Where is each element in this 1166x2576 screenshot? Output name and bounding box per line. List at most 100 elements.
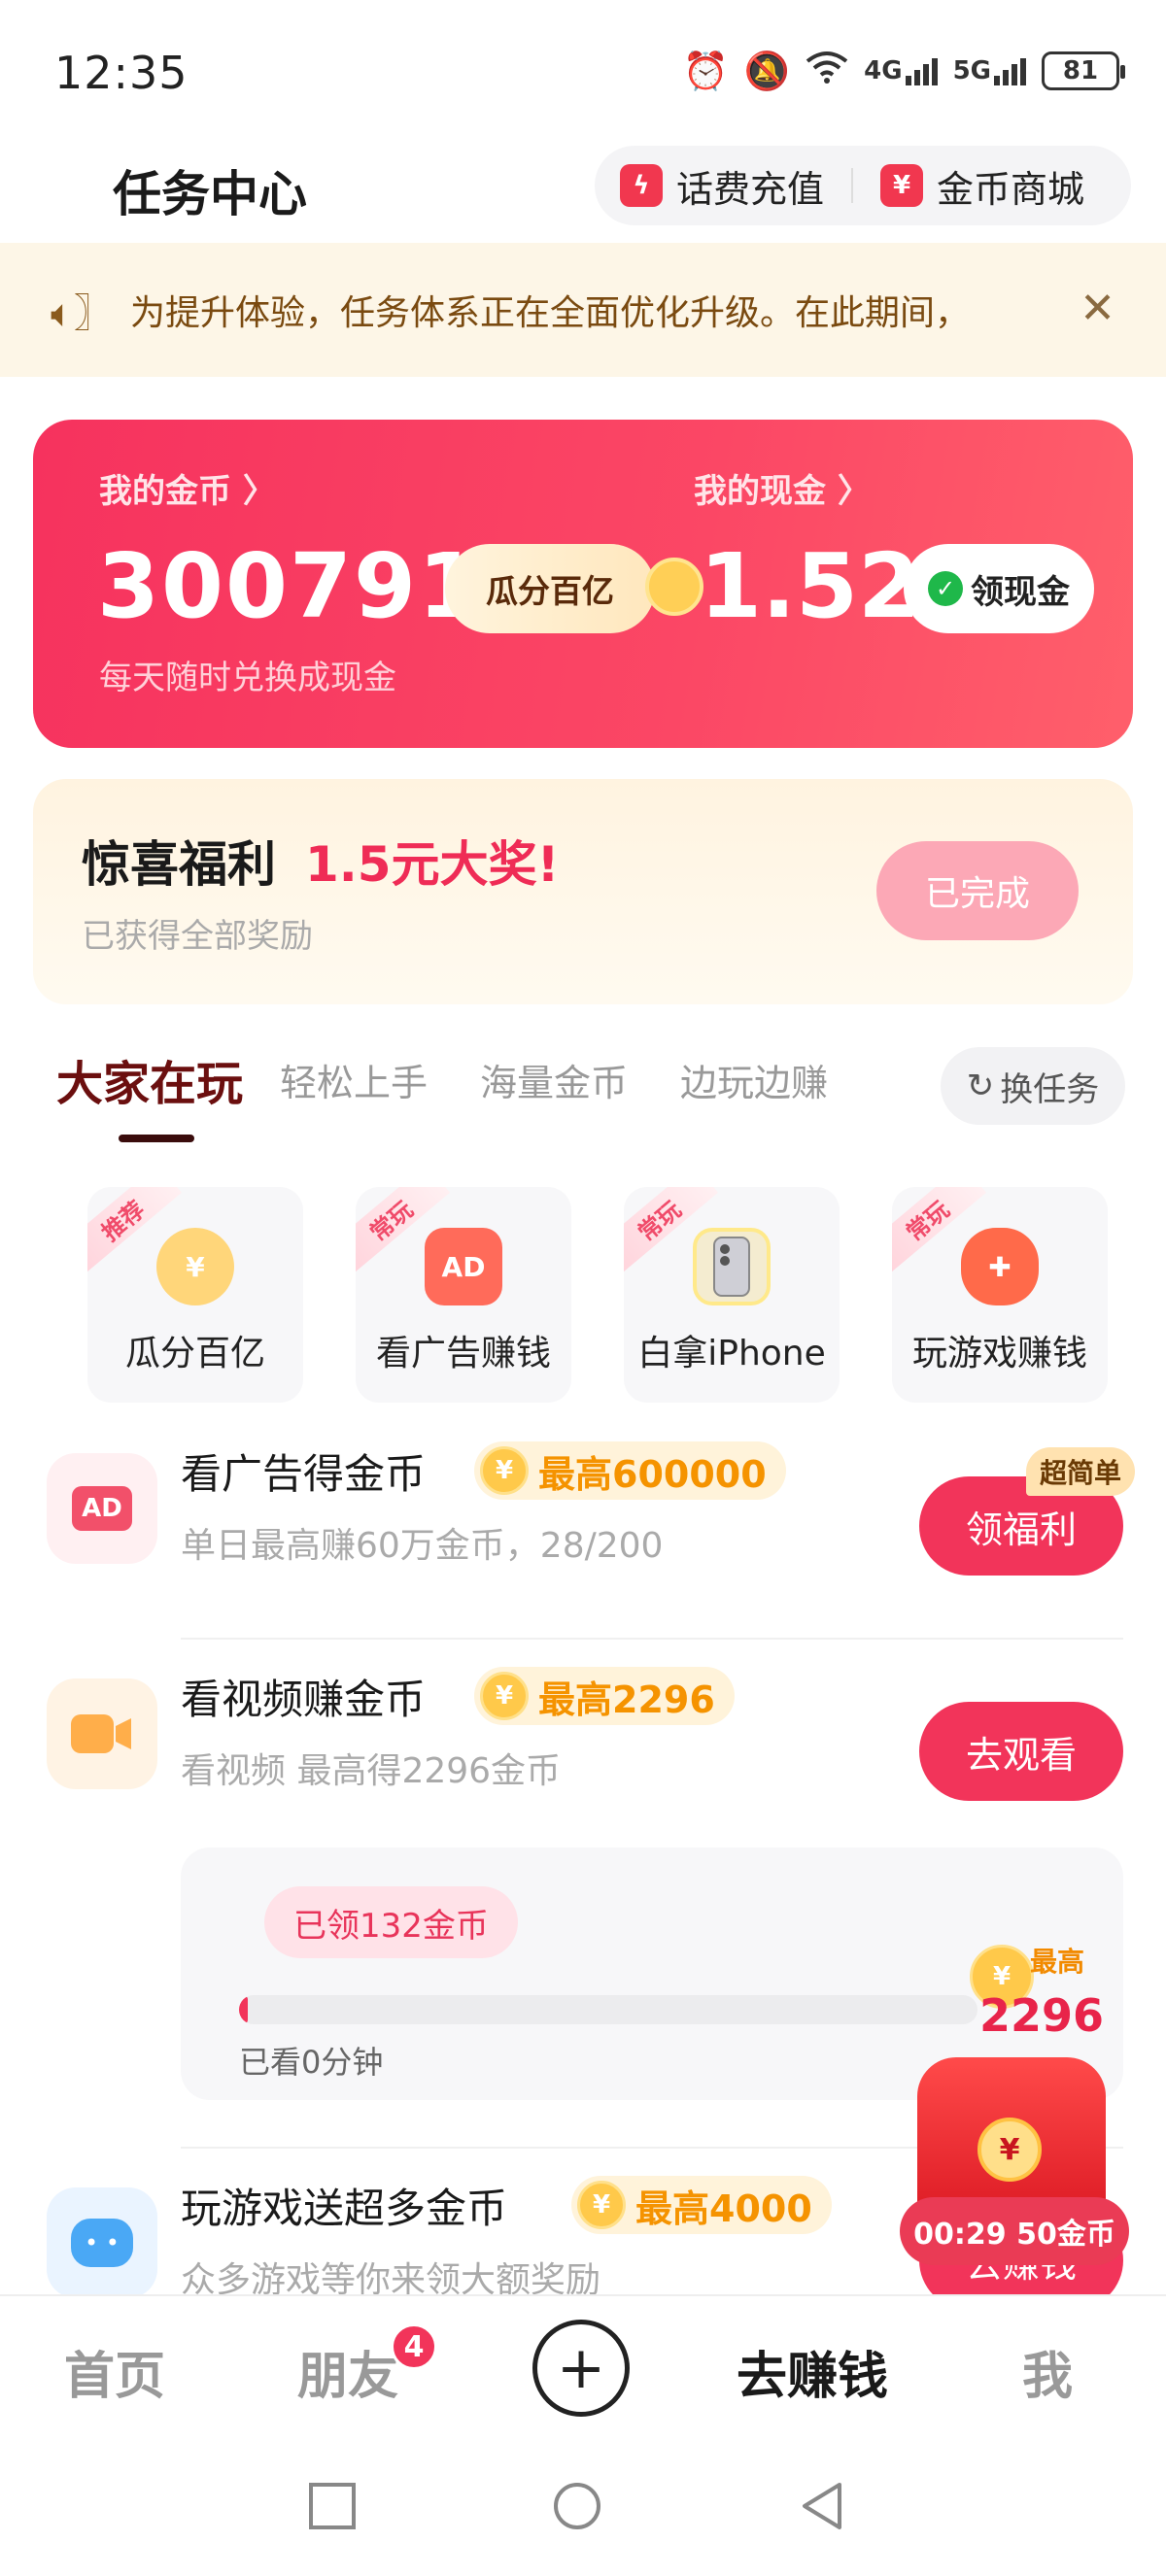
recharge-label: 话费充值 <box>676 167 825 211</box>
task-title: 看广告得金币 <box>181 1450 427 1498</box>
mute-icon: 🔕 <box>743 49 791 92</box>
close-icon[interactable]: ✕ <box>1080 284 1115 333</box>
ad-icon: AD <box>47 1453 157 1564</box>
coin-mall-label: 金币商城 <box>937 167 1085 211</box>
quick-tiles: 推荐 ¥ 瓜分百亿 常玩 AD 看广告赚钱 常玩 白拿iPhone 常玩 ✚ 玩… <box>0 1187 1166 1403</box>
recent-apps-icon[interactable] <box>307 2481 358 2531</box>
status-bar: 12:35 ⏰ 🔕 4G 5G 81 <box>0 0 1166 146</box>
surprise-subtitle: 已获得全部奖励 <box>82 917 313 956</box>
task-badge: ¥ 最高4000 <box>571 2176 832 2234</box>
coin-icon: ¥ <box>977 2118 1042 2182</box>
header-actions: ϟ 话费充值 ¥ 金币商城 <box>595 146 1131 225</box>
task-watch-video: 看视频赚金币 ¥ 最高2296 看视频 最高得2296金币 去观看 <box>0 1667 1166 1803</box>
task-subtitle: 看视频 最高得2296金币 <box>181 1751 562 1791</box>
lightning-icon: ϟ <box>620 164 663 207</box>
easy-tag: 超简单 <box>1026 1447 1136 1496</box>
tab-underline <box>119 1135 194 1142</box>
notice-text: 为提升体验，任务体系正在全面优化升级。在此期间， <box>130 293 971 333</box>
claimed-bubble: 已领132金币 <box>264 1886 518 1958</box>
bottom-nav: 首页 朋友 4 + 去赚钱 我 <box>0 2294 1166 2430</box>
tab-coins[interactable]: 海量金币 <box>480 1053 628 1106</box>
nav-friends[interactable]: 朋友 <box>297 2335 398 2408</box>
coin-icon: ¥ <box>577 2181 626 2229</box>
wifi-icon <box>806 50 848 93</box>
tab-easy[interactable]: 轻松上手 <box>280 1053 428 1106</box>
back-icon[interactable] <box>797 2481 847 2531</box>
coin-icon: ¥ <box>480 1446 529 1495</box>
my-coins-link[interactable]: 我的金币 〉 <box>99 464 276 512</box>
game-robot-icon: • • <box>47 2187 157 2294</box>
withdraw-label: 领现金 <box>971 572 1070 612</box>
surprise-prize: 1.5元大奖! <box>305 836 560 893</box>
signal-4g-icon: 4G <box>864 56 938 85</box>
hand-coin-icon: ¥ <box>156 1228 234 1305</box>
plus-button[interactable]: + <box>532 2320 630 2417</box>
tile-label: 玩游戏赚钱 <box>911 1334 1087 1373</box>
my-cash-link[interactable]: 我的现金 〉 <box>694 464 871 512</box>
gold-coin-icon <box>645 558 703 616</box>
status-time: 12:35 <box>54 47 189 99</box>
task-badge-text: 最高2296 <box>538 1678 715 1721</box>
task-title: 玩游戏送超多金币 <box>181 2185 508 2232</box>
system-nav <box>0 2430 1166 2576</box>
watched-label: 已看0分钟 <box>239 2044 384 2081</box>
max-value: 2296 <box>978 1989 1104 2042</box>
pill-divider <box>851 168 854 203</box>
friends-badge: 4 <box>391 2323 437 2370</box>
alarm-icon: ⏰ <box>682 49 729 92</box>
surprise-title: 惊喜福利 <box>82 836 276 893</box>
max-label: 最高 <box>1029 1946 1084 1978</box>
battery-icon: 81 <box>1042 51 1125 90</box>
tv-ad-icon: AD <box>425 1228 502 1305</box>
recharge-button[interactable]: ϟ 话费充值 <box>620 159 824 213</box>
withdraw-cash-button[interactable]: ✓ 领现金 <box>904 544 1094 633</box>
gamepad-icon: ✚ <box>961 1228 1039 1305</box>
signal-5g-icon: 5G <box>953 56 1026 85</box>
task-tabs: 大家在玩 轻松上手 海量金币 边玩边赚 ↻ 换任务 <box>0 1035 1166 1152</box>
tile-guafen[interactable]: 推荐 ¥ 瓜分百亿 <box>87 1187 303 1403</box>
surprise-card: 惊喜福利 1.5元大奖! 已获得全部奖励 已完成 <box>33 779 1133 1004</box>
refresh-icon: ↻ <box>966 1067 995 1105</box>
coins-value: 300791 <box>97 534 483 638</box>
guafen-button[interactable]: 瓜分百亿 <box>445 544 655 633</box>
task-title: 看视频赚金币 <box>181 1676 427 1723</box>
wallet-card: 我的金币 〉 我的现金 〉 300791 瓜分百亿 1.52 ✓ 领现金 每天随… <box>33 420 1133 748</box>
tile-watch-ads[interactable]: 常玩 AD 看广告赚钱 <box>356 1187 571 1403</box>
tab-popular[interactable]: 大家在玩 <box>56 1045 243 1113</box>
swap-label: 换任务 <box>1000 1069 1100 1109</box>
tile-label: 白拿iPhone <box>637 1334 826 1373</box>
progress-fill <box>239 1995 249 2024</box>
home-icon[interactable] <box>552 2481 602 2531</box>
tile-free-iphone[interactable]: 常玩 白拿iPhone <box>624 1187 840 1403</box>
progress-track <box>239 1995 977 2024</box>
divider <box>181 1638 1123 1640</box>
tile-label: 瓜分百亿 <box>124 1334 265 1373</box>
nav-me[interactable]: 我 <box>1022 2335 1073 2408</box>
nav-earn[interactable]: 去赚钱 <box>737 2335 888 2408</box>
wallet-subtitle: 每天随时兑换成现金 <box>99 659 396 697</box>
go-watch-button[interactable]: 去观看 <box>919 1702 1123 1801</box>
nav-home[interactable]: 首页 <box>64 2335 165 2408</box>
tile-play-games[interactable]: 常玩 ✚ 玩游戏赚钱 <box>892 1187 1108 1403</box>
check-icon: ✓ <box>928 571 963 606</box>
task-badge-text: 最高4000 <box>635 2186 812 2230</box>
tile-label: 看广告赚钱 <box>375 1334 551 1373</box>
swap-tasks-button[interactable]: ↻ 换任务 <box>941 1047 1125 1125</box>
page-title: 任务中心 <box>113 166 307 222</box>
task-badge: ¥ 最高2296 <box>474 1667 735 1725</box>
cash-value: 1.52 <box>700 534 920 638</box>
video-icon <box>47 1678 157 1789</box>
header: 任务中心 ϟ 话费充值 ¥ 金币商城 <box>0 146 1166 243</box>
iphone-icon <box>693 1228 771 1305</box>
task-watch-ads: AD 看广告得金币 ¥ 最高600000 单日最高赚60万金币，28/200 领… <box>0 1441 1166 1577</box>
coin-icon: ¥ <box>480 1672 529 1720</box>
coin-mall-button[interactable]: ¥ 金币商城 <box>880 159 1084 213</box>
task-subtitle: 众多游戏等你来领大额奖励 <box>181 2260 601 2294</box>
completed-button[interactable]: 已完成 <box>876 841 1079 940</box>
task-subtitle: 单日最高赚60万金币，28/200 <box>181 1526 664 1566</box>
task-badge-text: 最高600000 <box>538 1452 767 1496</box>
status-icons: ⏰ 🔕 4G 5G 81 <box>682 47 1125 95</box>
tab-play-earn[interactable]: 边玩边赚 <box>680 1053 828 1106</box>
task-badge: ¥ 最高600000 <box>474 1441 786 1500</box>
floating-timer[interactable]: 00:29 50金币 <box>900 2197 1129 2265</box>
